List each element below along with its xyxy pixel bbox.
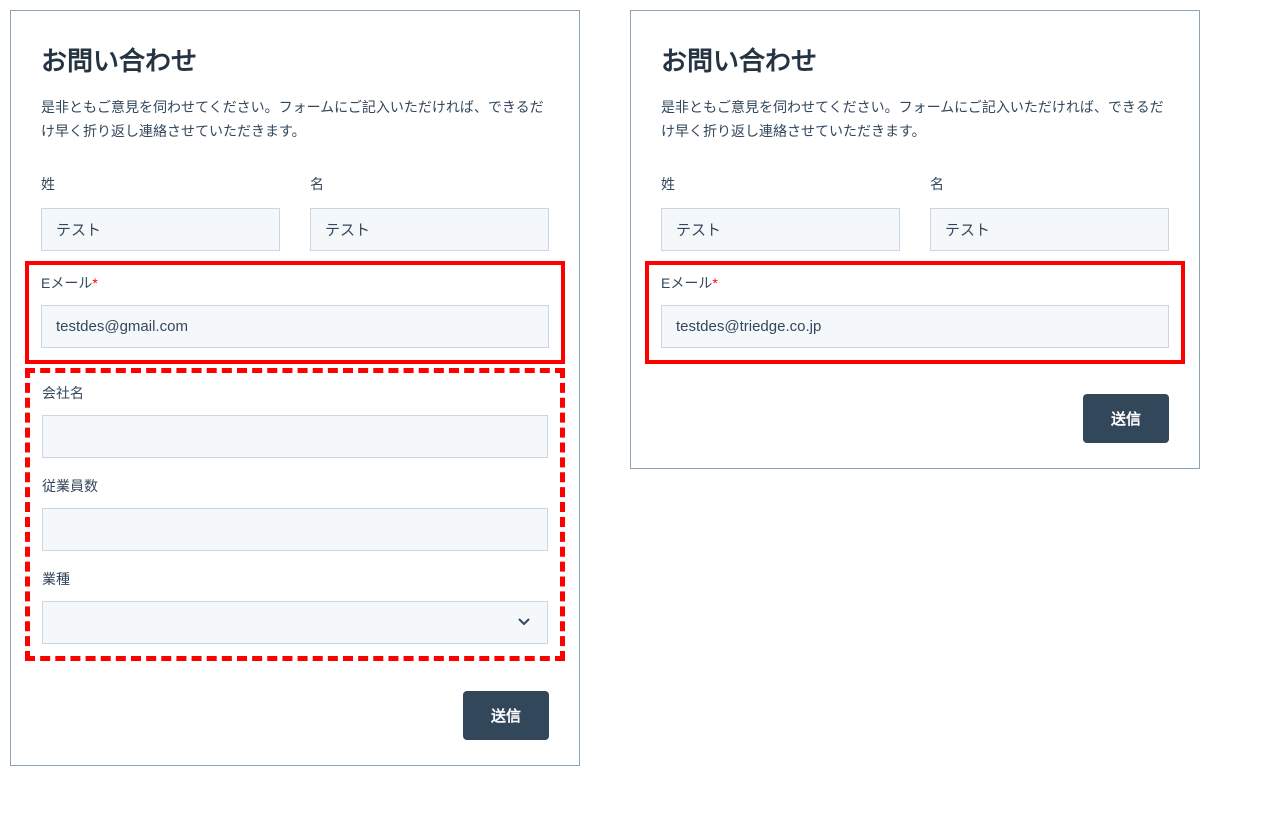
contact-form-left: お問い合わせ 是非ともご意見を伺わせてください。フォームにご記入いただければ、で… <box>10 10 580 766</box>
form-title: お問い合わせ <box>41 41 549 78</box>
name-row: 姓 名 <box>41 174 549 261</box>
lastname-input[interactable] <box>41 208 280 251</box>
industry-label: 業種 <box>42 569 548 589</box>
company-label: 会社名 <box>42 383 548 403</box>
submit-row: 送信 <box>661 394 1169 443</box>
employees-input[interactable] <box>42 508 548 551</box>
submit-button[interactable]: 送信 <box>1083 394 1169 443</box>
email-input[interactable] <box>661 305 1169 348</box>
firstname-field: 名 <box>310 174 549 251</box>
email-label: Eメール* <box>41 273 549 293</box>
email-input[interactable] <box>41 305 549 348</box>
lastname-field: 姓 <box>41 174 280 251</box>
extra-fields-highlight-box: 会社名 従業員数 業種 <box>25 368 565 661</box>
email-label: Eメール* <box>661 273 1169 293</box>
contact-form-right: お問い合わせ 是非ともご意見を伺わせてください。フォームにご記入いただければ、で… <box>630 10 1200 469</box>
form-description: 是非ともご意見を伺わせてください。フォームにご記入いただければ、できるだけ早く折… <box>661 96 1169 144</box>
firstname-field: 名 <box>930 174 1169 251</box>
lastname-label: 姓 <box>661 174 900 194</box>
industry-field: 業種 <box>42 569 548 644</box>
email-field: Eメール* <box>661 273 1169 348</box>
company-input[interactable] <box>42 415 548 458</box>
industry-select-wrap <box>42 601 548 644</box>
name-row: 姓 名 <box>661 174 1169 261</box>
industry-select[interactable] <box>42 601 548 644</box>
employees-label: 従業員数 <box>42 476 548 496</box>
lastname-field: 姓 <box>661 174 900 251</box>
email-label-text: Eメール <box>41 275 92 291</box>
company-field: 会社名 <box>42 383 548 458</box>
email-highlight-box: Eメール* <box>645 261 1185 364</box>
email-label-text: Eメール <box>661 275 712 291</box>
lastname-label: 姓 <box>41 174 280 194</box>
lastname-input[interactable] <box>661 208 900 251</box>
email-highlight-box: Eメール* <box>25 261 565 364</box>
email-field: Eメール* <box>41 273 549 348</box>
firstname-label: 名 <box>930 174 1169 194</box>
form-description: 是非ともご意見を伺わせてください。フォームにご記入いただければ、できるだけ早く折… <box>41 96 549 144</box>
required-mark: * <box>92 275 97 291</box>
employees-field: 従業員数 <box>42 476 548 551</box>
firstname-input[interactable] <box>930 208 1169 251</box>
firstname-label: 名 <box>310 174 549 194</box>
submit-button[interactable]: 送信 <box>463 691 549 740</box>
required-mark: * <box>712 275 717 291</box>
firstname-input[interactable] <box>310 208 549 251</box>
submit-row: 送信 <box>41 691 549 740</box>
form-title: お問い合わせ <box>661 41 1169 78</box>
